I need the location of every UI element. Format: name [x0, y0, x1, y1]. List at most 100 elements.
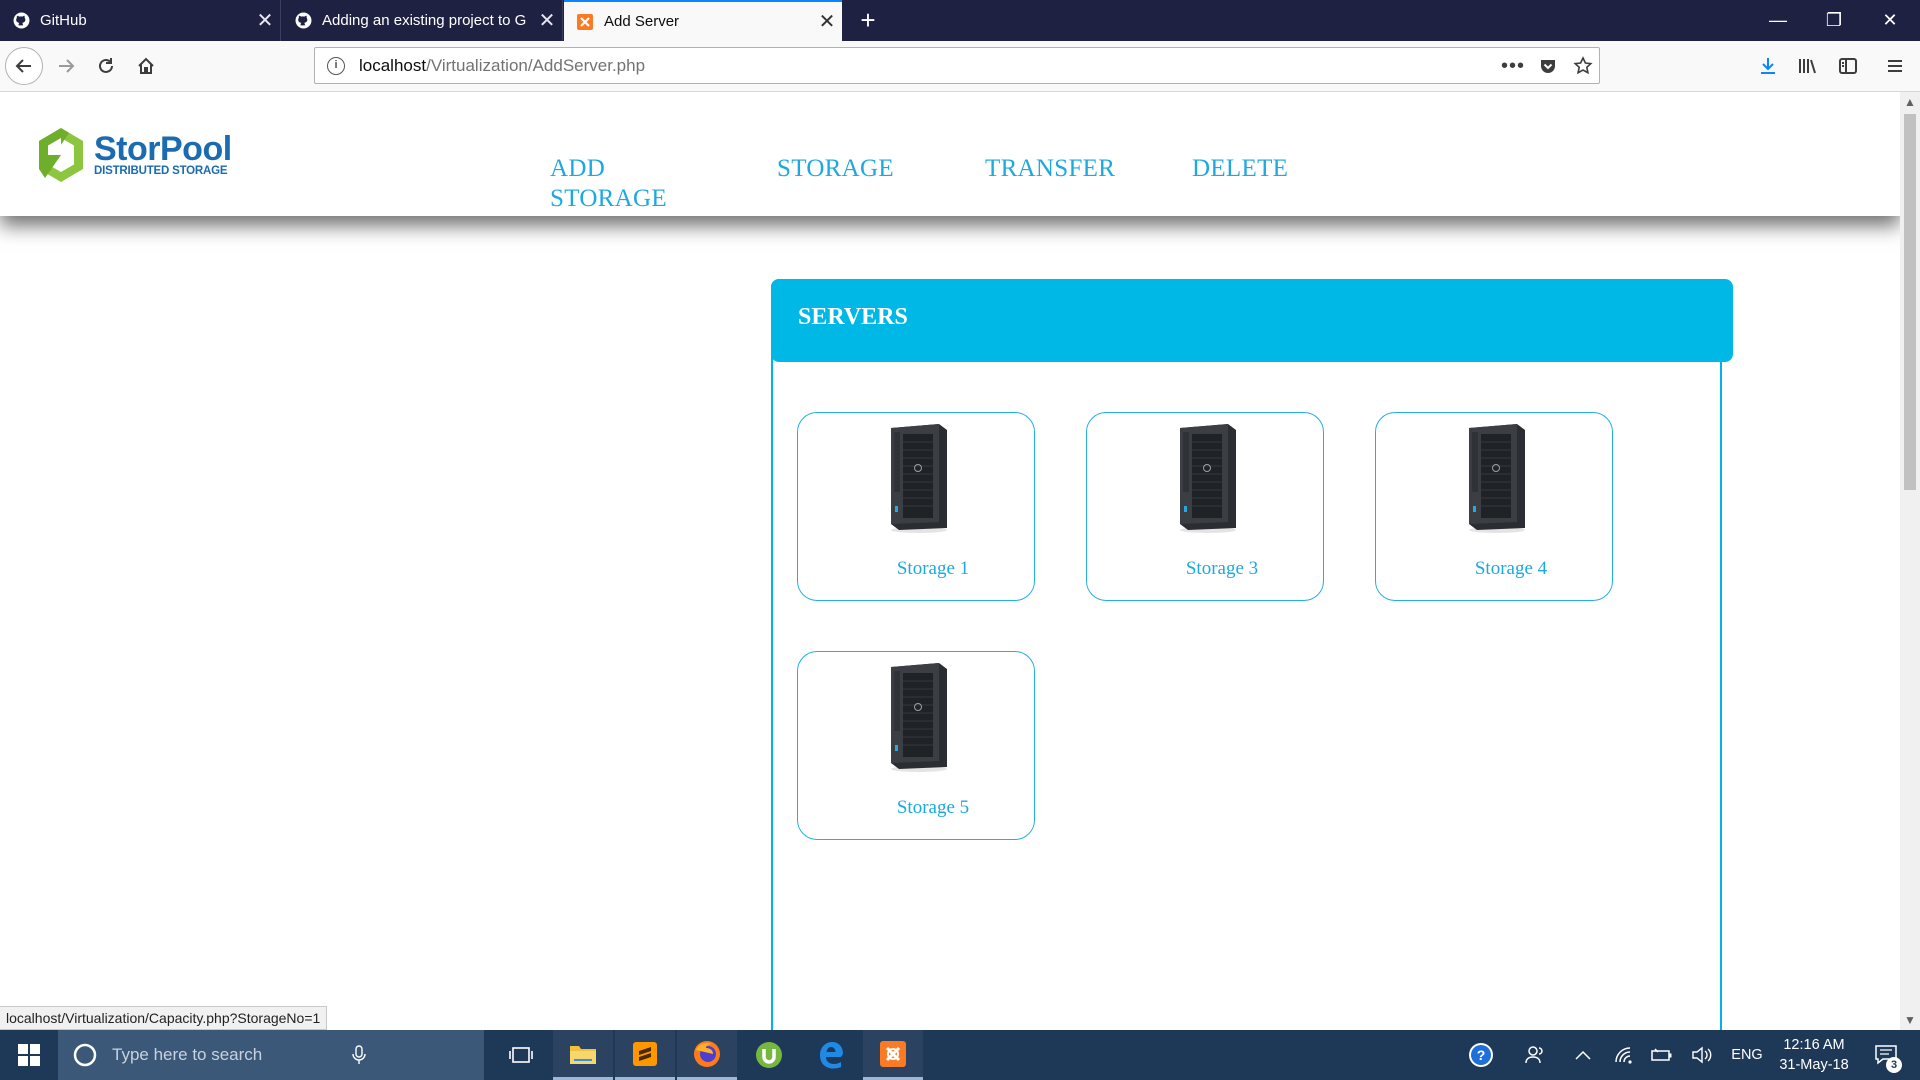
cortana-icon [73, 1043, 97, 1067]
close-icon[interactable]: ✕ [250, 8, 280, 33]
server-tower-icon [1469, 424, 1525, 533]
new-tab-button[interactable]: + [853, 4, 883, 36]
search-placeholder: Type here to search [112, 1045, 263, 1064]
servers-panel-header: SERVERS [771, 279, 1733, 362]
page-scrollbar[interactable]: ▲ ▼ [1900, 92, 1920, 1030]
notification-count-badge: 3 [1886, 1057, 1902, 1073]
forward-button[interactable] [47, 47, 85, 85]
taskbar-firefox[interactable] [677, 1030, 737, 1080]
windows-logo-icon [18, 1044, 40, 1066]
taskbar-edge[interactable] [801, 1030, 861, 1080]
people-tray-icon[interactable] [1520, 1030, 1550, 1080]
wifi-tray-icon[interactable] [1610, 1030, 1638, 1080]
link-status-bar: localhost/Virtualization/Capacity.php?St… [0, 1006, 328, 1030]
bookmark-star-icon[interactable] [1568, 52, 1598, 80]
logo-tagline: DISTRIBUTED STORAGE [94, 165, 228, 177]
microphone-icon[interactable] [352, 1045, 366, 1065]
server-card-storage-1[interactable]: Storage 1 [797, 412, 1035, 601]
volume-tray-icon[interactable] [1688, 1030, 1716, 1080]
tab-label: Add Server [604, 13, 680, 30]
logo-name: StorPool [94, 130, 232, 168]
people-icon [1525, 1046, 1543, 1064]
edge-icon [820, 1042, 843, 1069]
nav-storage[interactable]: STORAGE [777, 154, 894, 184]
card-label: Storage 5 [896, 797, 970, 818]
clock-time: 12:16 AM [1783, 1037, 1845, 1053]
tab-github-guide[interactable]: Adding an existing project to G ✕ [282, 0, 563, 41]
volume-icon [1692, 1046, 1712, 1064]
nav-delete[interactable]: DELETE [1192, 154, 1288, 184]
taskbar-clock[interactable]: 12:16 AM 31-May-18 [1770, 1035, 1858, 1075]
xampp-icon [880, 1040, 906, 1067]
scroll-down-icon[interactable]: ▼ [1900, 1010, 1920, 1030]
close-icon[interactable]: ✕ [532, 8, 562, 33]
server-tower-icon [891, 424, 947, 533]
library-icon[interactable] [1793, 52, 1823, 80]
restore-button[interactable]: ❐ [1806, 0, 1862, 41]
info-icon[interactable]: i [327, 56, 345, 75]
github-icon [12, 12, 30, 30]
windows-start-button[interactable] [0, 1030, 58, 1080]
downloads-icon[interactable] [1753, 52, 1783, 80]
site-header: StorPool DISTRIBUTED STORAGE ADD STORAGE… [0, 92, 1900, 216]
scrollbar-thumb[interactable] [1904, 114, 1916, 490]
taskbar-sublime-text[interactable] [615, 1030, 675, 1080]
chevron-up-icon [1575, 1050, 1591, 1060]
battery-icon [1651, 1048, 1672, 1061]
taskbar-xampp[interactable] [863, 1030, 923, 1080]
back-button[interactable] [5, 47, 43, 85]
clock-date: 31-May-18 [1779, 1057, 1849, 1073]
sublime-text-icon [633, 1041, 657, 1066]
minimize-button[interactable]: — [1750, 0, 1806, 41]
window-close-button[interactable]: ✕ [1862, 0, 1918, 41]
help-tray-icon[interactable]: ? [1465, 1030, 1497, 1080]
card-label: Storage 3 [1185, 558, 1259, 579]
pocket-icon[interactable] [1533, 52, 1563, 80]
storpool-logo-mark [39, 128, 83, 182]
url-bar[interactable]: i localhost/Virtualization/AddServer.php [314, 47, 1600, 84]
scroll-up-icon[interactable]: ▲ [1900, 92, 1920, 112]
browser-tab-bar: GitHub ✕ Adding an existing project to G… [0, 0, 1920, 41]
svg-text:?: ? [1477, 1047, 1486, 1063]
reload-button[interactable] [87, 47, 125, 85]
task-view-icon [509, 1047, 533, 1063]
server-card-storage-5[interactable]: Storage 5 [797, 651, 1035, 840]
xampp-icon [576, 13, 594, 31]
sidebar-icon[interactable] [1833, 52, 1863, 80]
server-card-storage-4[interactable]: Storage 4 [1375, 412, 1613, 601]
taskbar-search-box[interactable]: Type here to search [58, 1030, 484, 1080]
menu-hamburger-icon[interactable] [1880, 52, 1910, 80]
server-tower-icon [1180, 424, 1236, 533]
url-host: localhost [359, 55, 427, 75]
tab-add-server[interactable]: Add Server ✕ [564, 0, 842, 41]
storpool-logo[interactable]: StorPool DISTRIBUTED STORAGE [36, 126, 232, 184]
github-icon [294, 12, 312, 30]
home-button[interactable] [127, 47, 165, 85]
nav-transfer[interactable]: TRANSFER [985, 154, 1115, 184]
tab-github[interactable]: GitHub ✕ [0, 0, 281, 41]
taskbar-utorrent[interactable] [739, 1030, 799, 1080]
help-icon: ? [1469, 1043, 1493, 1067]
tab-label: GitHub [40, 12, 87, 29]
language-indicator[interactable]: ENG [1728, 1030, 1766, 1080]
card-label: Storage 1 [896, 558, 970, 579]
taskbar-file-explorer[interactable] [553, 1030, 613, 1080]
card-label: Storage 4 [1474, 558, 1548, 579]
show-hidden-icons-button[interactable] [1570, 1030, 1596, 1080]
server-card-storage-3[interactable]: Storage 3 [1086, 412, 1324, 601]
url-path: /Virtualization/AddServer.php [426, 55, 646, 75]
utorrent-icon [756, 1042, 782, 1068]
server-tower-icon [891, 663, 947, 772]
nav-add-storage[interactable]: ADD STORAGE [550, 154, 680, 214]
close-icon[interactable]: ✕ [812, 9, 842, 34]
tab-label: Adding an existing project to G [322, 12, 527, 29]
battery-tray-icon[interactable] [1648, 1030, 1676, 1080]
firefox-icon [694, 1040, 720, 1067]
action-center-button[interactable]: 3 [1866, 1030, 1906, 1080]
page-actions-icon[interactable]: ••• [1498, 52, 1528, 80]
url-text[interactable]: localhost/Virtualization/AddServer.php [359, 56, 645, 76]
windows-taskbar: Type here to search ? ENG 12:16 AM 31-Ma… [0, 1030, 1920, 1080]
wifi-icon [1615, 1047, 1632, 1064]
folder-icon [570, 1045, 596, 1064]
task-view-button[interactable] [491, 1030, 551, 1080]
